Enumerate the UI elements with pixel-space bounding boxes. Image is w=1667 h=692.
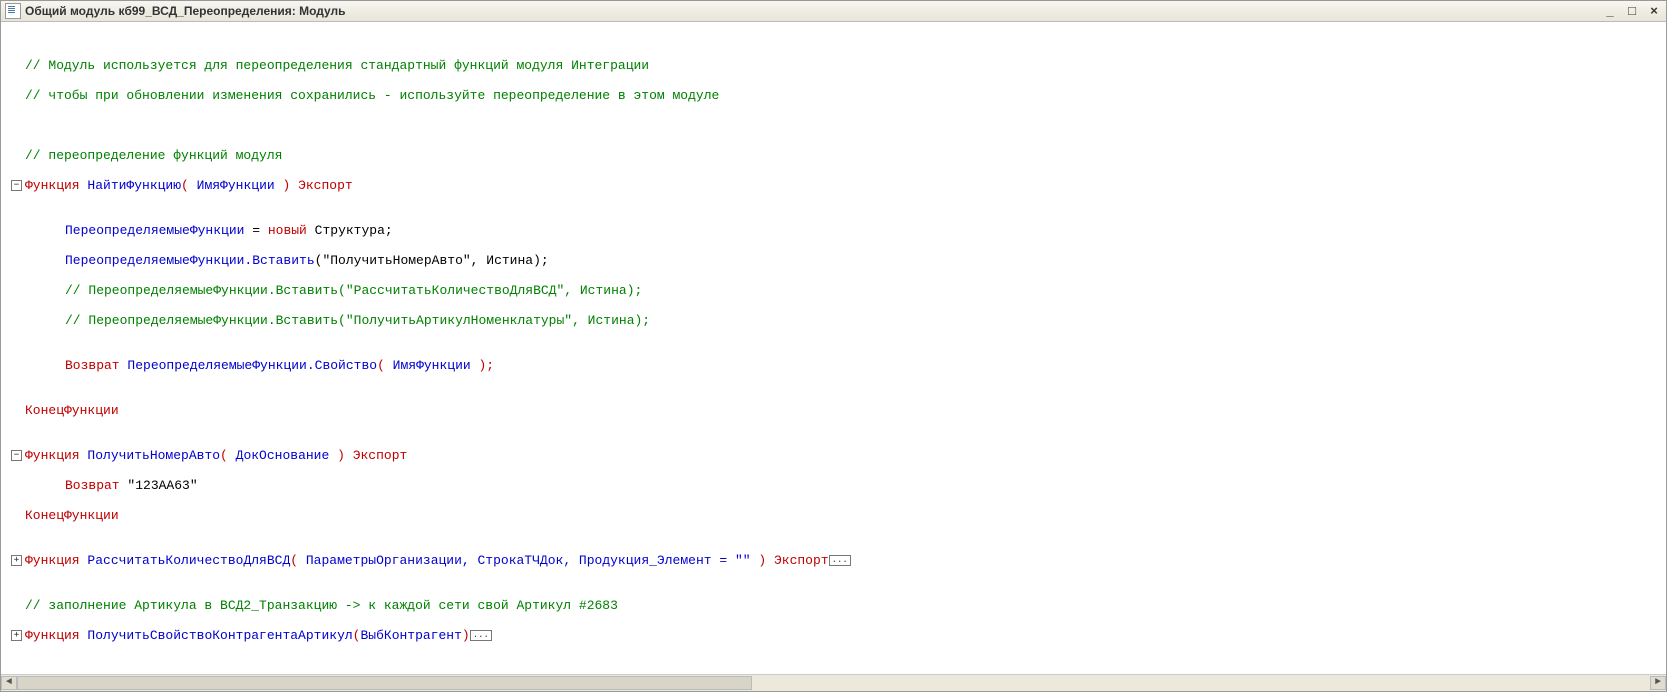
scroll-left-arrow-icon[interactable]: ◄ xyxy=(1,676,17,690)
fold-toggle[interactable] xyxy=(11,555,22,566)
code-comment: // ПереопределяемыеФункции.Вставить("Пол… xyxy=(65,313,650,328)
fold-ellipsis[interactable]: ... xyxy=(829,555,851,566)
editor-window: Общий модуль кб99_ВСД_Переопределения: М… xyxy=(0,0,1667,692)
minimize-button[interactable]: _ xyxy=(1602,4,1618,18)
titlebar: Общий модуль кб99_ВСД_Переопределения: М… xyxy=(1,1,1666,22)
window-controls: _ □ × xyxy=(1602,4,1662,18)
code-comment: // Модуль используется для переопределен… xyxy=(25,58,649,73)
code-comment: // заполнение Артикула в ВСД2_Транзакцию… xyxy=(25,598,618,613)
scroll-thumb[interactable] xyxy=(17,676,752,690)
code-comment: // чтобы при обновлении изменения сохран… xyxy=(25,88,719,103)
fold-toggle[interactable] xyxy=(11,180,22,191)
editor-area[interactable]: // Модуль используется для переопределен… xyxy=(1,22,1666,674)
window-title: Общий модуль кб99_ВСД_Переопределения: М… xyxy=(25,4,1602,18)
code-pane[interactable]: // Модуль используется для переопределен… xyxy=(1,22,1666,674)
module-icon xyxy=(5,3,21,19)
code-comment: // ПереопределяемыеФункции.Вставить("Рас… xyxy=(65,283,642,298)
fold-ellipsis[interactable]: ... xyxy=(470,630,492,641)
close-button[interactable]: × xyxy=(1646,4,1662,18)
fold-toggle[interactable] xyxy=(11,450,22,461)
maximize-button[interactable]: □ xyxy=(1624,4,1640,18)
code-comment: // переопределение функций модуля xyxy=(25,148,282,163)
scroll-right-arrow-icon[interactable]: ► xyxy=(1650,676,1666,690)
fold-toggle[interactable] xyxy=(11,630,22,641)
horizontal-scrollbar[interactable]: ◄ ► xyxy=(1,674,1666,691)
scroll-track[interactable] xyxy=(17,676,1650,690)
